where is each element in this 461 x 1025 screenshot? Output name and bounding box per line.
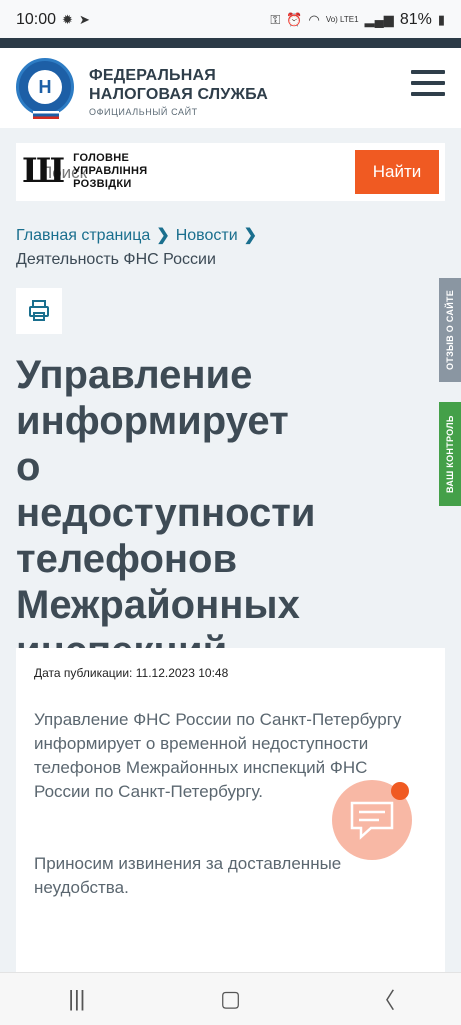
home-icon[interactable]: ▢ bbox=[200, 986, 260, 1012]
chat-bubble-icon bbox=[350, 801, 394, 840]
search-bar: Ш ГОЛОВНЕ УПРАВЛІННЯ РОЗВІДКИ Найти bbox=[16, 143, 445, 201]
network-label: Vo) LTE1 bbox=[325, 15, 359, 24]
feedback-tab[interactable]: ОТЗЫВ О САЙТЕ bbox=[439, 278, 461, 382]
print-button[interactable] bbox=[16, 288, 62, 334]
emblem-letter: Н bbox=[28, 70, 62, 104]
control-tab[interactable]: ВАШ КОНТРОЛЬ bbox=[439, 402, 461, 506]
site-header: Н ФЕДЕРАЛЬНАЯ НАЛОГОВАЯ СЛУЖБА ОФИЦИАЛЬН… bbox=[0, 48, 461, 128]
fns-emblem-logo[interactable]: Н bbox=[16, 58, 74, 119]
wifi-icon: ◠ bbox=[308, 12, 320, 27]
watermark-overlay: Ш ГОЛОВНЕ УПРАВЛІННЯ РОЗВІДКИ bbox=[22, 151, 147, 191]
notification-icon: ➤ bbox=[78, 12, 90, 27]
status-bar: 10:00 ✹ ➤ ⚿ ⏰ ◠ Vo) LTE1 ▂▄▆ 81% ▮ bbox=[0, 0, 461, 40]
publication-value: 11.12.2023 10:48 bbox=[135, 666, 229, 680]
breadcrumb-home[interactable]: Главная страница bbox=[16, 227, 150, 244]
brand-subtitle: ОФИЦИАЛЬНЫЙ САЙТ bbox=[89, 107, 198, 117]
signal-icon: ▂▄▆ bbox=[364, 12, 394, 27]
alarm-icon: ⏰ bbox=[286, 12, 303, 27]
chat-notification-dot bbox=[391, 782, 409, 800]
chevron-right-icon: ❯ bbox=[156, 227, 170, 244]
breadcrumb-current: Деятельность ФНС России bbox=[16, 251, 216, 268]
trident-logo: Ш bbox=[22, 151, 66, 191]
back-icon[interactable]: 〈 bbox=[354, 983, 414, 1015]
brand-line-1: ФЕДЕРАЛЬНАЯ bbox=[89, 67, 216, 84]
breadcrumb-news[interactable]: Новости bbox=[176, 227, 238, 244]
breadcrumb: Главная страница ❯ Новости ❯ Деятельность Ф… bbox=[16, 224, 436, 272]
battery-level: 81% bbox=[399, 11, 432, 28]
brand-title[interactable]: ФЕДЕРАЛЬНАЯ НАЛОГОВАЯ СЛУЖБА ОФИЦИАЛЬНЫЙ… bbox=[89, 66, 268, 117]
watermark-text: ГОЛОВНЕ УПРАВЛІННЯ РОЗВІДКИ bbox=[73, 151, 148, 190]
publication-label: Дата публикации: bbox=[34, 666, 133, 680]
printer-icon bbox=[29, 300, 49, 321]
key-icon: ⚿ bbox=[270, 12, 281, 27]
emblem-ribbon bbox=[33, 111, 59, 119]
search-button[interactable]: Найти bbox=[355, 150, 439, 194]
chevron-right-icon: ❯ bbox=[243, 227, 258, 244]
article-paragraph-2: Приносим извинения за доставленные неудо… bbox=[34, 854, 342, 897]
page-title: Управление информирует о недоступности т… bbox=[16, 353, 316, 673]
recent-apps-icon[interactable]: ||| bbox=[47, 986, 107, 1012]
battery-icon: ▮ bbox=[437, 12, 445, 27]
system-navigation-bar: ||| ▢ 〈 bbox=[0, 972, 461, 1025]
settings-gear-icon: ✹ bbox=[62, 12, 73, 27]
status-time: 10:00 bbox=[16, 11, 57, 28]
brand-line-2: НАЛОГОВАЯ СЛУЖБА bbox=[89, 86, 268, 103]
header-top-bar bbox=[0, 38, 461, 48]
hamburger-menu-icon[interactable] bbox=[411, 70, 445, 98]
publication-date: Дата публикации: 11.12.2023 10:48 bbox=[34, 666, 228, 680]
